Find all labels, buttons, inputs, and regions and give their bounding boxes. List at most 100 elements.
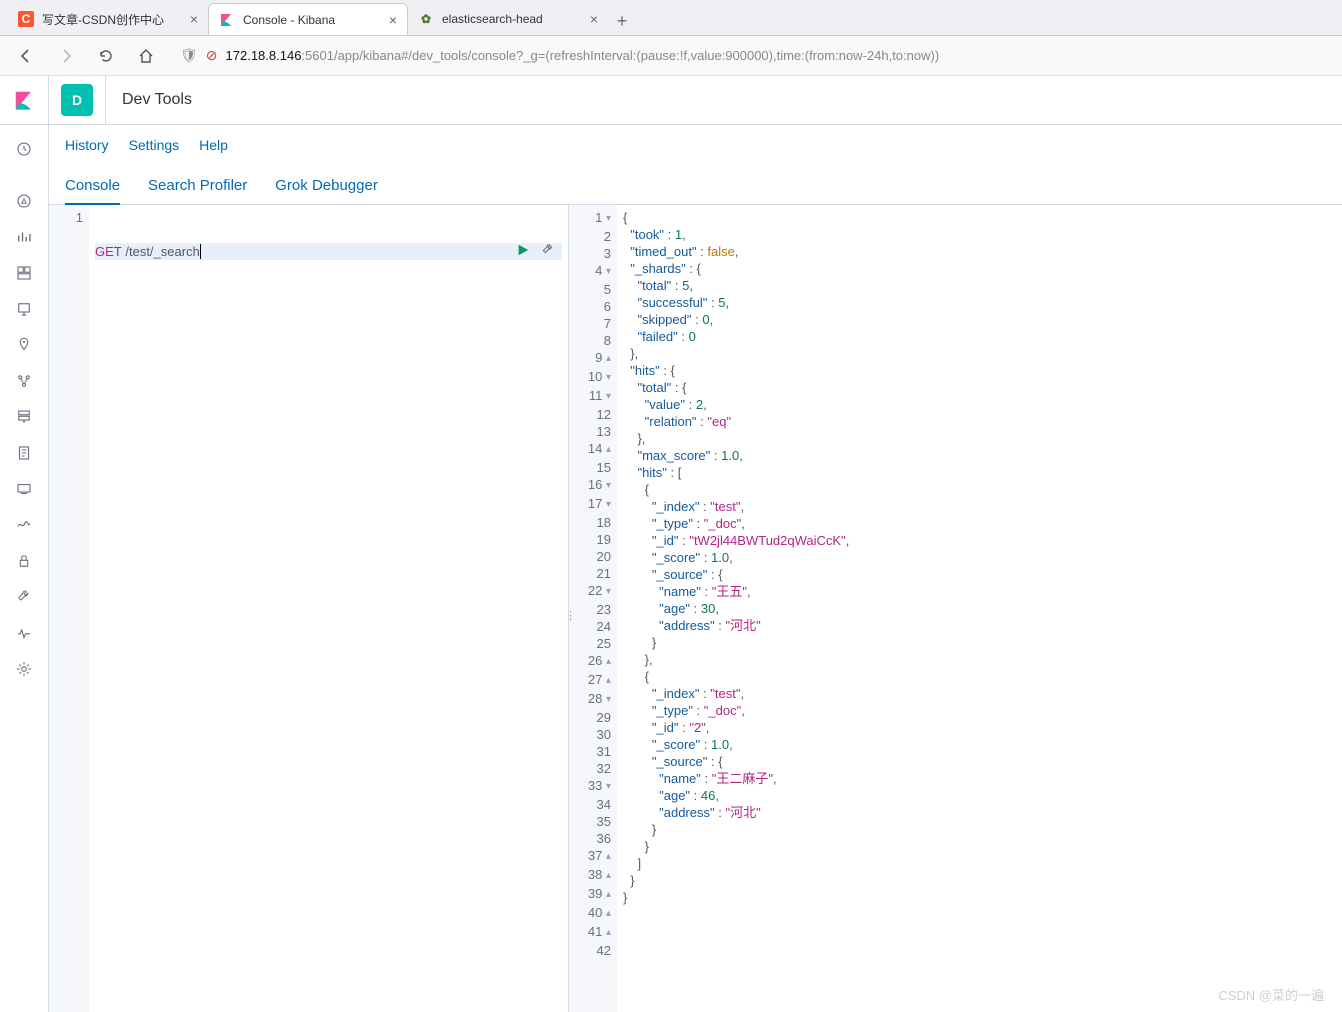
line-number: 35 (569, 813, 611, 830)
request-options-button[interactable] (540, 242, 556, 262)
response-line: } (623, 821, 1336, 838)
home-button[interactable] (132, 42, 160, 70)
response-line: "hits" : [ (623, 464, 1336, 481)
send-request-button[interactable] (516, 243, 530, 261)
response-line: } (623, 634, 1336, 651)
browser-tab-csdn[interactable]: C 写文章-CSDN创作中心 × (8, 3, 208, 35)
sidenav-monitoring-icon[interactable] (8, 617, 40, 649)
request-editor[interactable]: GET /test/_search (89, 205, 568, 1012)
help-link[interactable]: Help (199, 137, 228, 153)
line-number: 7 (569, 315, 611, 332)
response-line: }, (623, 430, 1336, 447)
line-number: 21 (569, 565, 611, 582)
sidenav-management-icon[interactable] (8, 653, 40, 685)
sidenav-visualize-icon[interactable] (8, 221, 40, 253)
sidenav-canvas-icon[interactable] (8, 293, 40, 325)
not-secure-icon[interactable]: ⊘ (206, 47, 218, 64)
response-line: } (623, 872, 1336, 889)
line-number: 30 (569, 726, 611, 743)
line-number: 20 (569, 548, 611, 565)
line-number: 6 (569, 298, 611, 315)
pane-resize-handle[interactable]: ⋮ (565, 609, 574, 622)
response-line: { (623, 668, 1336, 685)
sidenav-devtools-icon[interactable] (8, 581, 40, 613)
response-line: "_score" : 1.0, (623, 736, 1336, 753)
url-bar[interactable]: 🛡 ⊘ 172.18.8.146:5601/app/kibana#/dev_to… (172, 47, 1330, 64)
response-line: "age" : 46, (623, 787, 1336, 804)
line-number: 16 ▾ (569, 476, 611, 495)
back-button[interactable] (12, 42, 40, 70)
response-line: "_id" : "2", (623, 719, 1336, 736)
line-number: 5 (569, 281, 611, 298)
tab-title: Console - Kibana (243, 13, 335, 27)
space-selector[interactable]: D (61, 84, 93, 116)
line-number: 24 (569, 618, 611, 635)
eshead-favicon-icon: ✿ (418, 11, 434, 27)
app-title: Dev Tools (105, 76, 192, 124)
csdn-favicon-icon: C (18, 11, 34, 27)
sidenav-discover-icon[interactable] (8, 185, 40, 217)
sidenav-siem-icon[interactable] (8, 545, 40, 577)
new-tab-button[interactable]: + (608, 7, 636, 35)
url-path: :5601/app/kibana#/dev_tools/console?_g=(… (301, 48, 939, 63)
sidenav-dashboard-icon[interactable] (8, 257, 40, 289)
line-number: 26 ▴ (569, 652, 611, 671)
line-number: 11 ▾ (569, 387, 611, 406)
line-number: 13 (569, 423, 611, 440)
settings-link[interactable]: Settings (129, 137, 180, 153)
request-method: GET (95, 243, 122, 260)
response-line: "_shards" : { (623, 260, 1336, 277)
response-line: "_source" : { (623, 566, 1336, 583)
text-cursor (200, 244, 201, 259)
sidenav-ml-icon[interactable] (8, 365, 40, 397)
line-number: 32 (569, 760, 611, 777)
browser-tab-strip: C 写文章-CSDN创作中心 × Console - Kibana × ✿ el… (0, 0, 1342, 36)
response-line: "failed" : 0 (623, 328, 1336, 345)
response-line: "timed_out" : false, (623, 243, 1336, 260)
line-number: 9 ▴ (569, 349, 611, 368)
forward-button[interactable] (52, 42, 80, 70)
response-line: "total" : 5, (623, 277, 1336, 294)
line-number: 15 (569, 459, 611, 476)
request-path: /test/_search (125, 243, 199, 260)
sidenav-infra-icon[interactable] (8, 401, 40, 433)
sidenav-apm-icon[interactable] (8, 473, 40, 505)
browser-tab-eshead[interactable]: ✿ elasticsearch-head × (408, 3, 608, 35)
tab-grok-debugger[interactable]: Grok Debugger (275, 177, 378, 204)
line-number: 28 ▾ (569, 690, 611, 709)
close-tab-icon[interactable]: × (190, 11, 198, 27)
request-pane[interactable]: 1 GET /test/_search (49, 205, 569, 1012)
close-tab-icon[interactable]: × (590, 11, 598, 27)
history-link[interactable]: History (65, 137, 109, 153)
response-line: "took" : 1, (623, 226, 1336, 243)
tab-search-profiler[interactable]: Search Profiler (148, 177, 247, 204)
shield-icon[interactable]: 🛡 (180, 47, 198, 64)
line-number: 38 ▴ (569, 866, 611, 885)
kibana-header: D Dev Tools (0, 76, 1342, 125)
response-line: "_id" : "tW2jl44BWTud2qWaiCcK", (623, 532, 1336, 549)
sidenav-recent-icon[interactable] (8, 133, 40, 165)
sidenav-uptime-icon[interactable] (8, 509, 40, 541)
url-host: 172.18.8.146 (226, 48, 302, 63)
response-line: }, (623, 345, 1336, 362)
response-line: "successful" : 5, (623, 294, 1336, 311)
response-pane[interactable]: 1 ▾234 ▾56789 ▴10 ▾11 ▾121314 ▴1516 ▾17 … (569, 205, 1342, 1012)
line-number: 2 (569, 228, 611, 245)
line-number: 3 (569, 245, 611, 262)
response-gutter: 1 ▾234 ▾56789 ▴10 ▾11 ▾121314 ▴1516 ▾17 … (569, 205, 617, 1012)
space-letter: D (72, 92, 82, 108)
response-line: "name" : "王二麻子", (623, 770, 1336, 787)
response-viewer[interactable]: { "took" : 1, "timed_out" : false, "_sha… (617, 205, 1342, 1012)
line-number: 23 (569, 601, 611, 618)
line-number: 18 (569, 514, 611, 531)
close-tab-icon[interactable]: × (389, 12, 397, 28)
tab-title: elasticsearch-head (442, 12, 543, 26)
response-line: } (623, 838, 1336, 855)
kibana-logo-icon[interactable] (0, 76, 49, 125)
sidenav-logs-icon[interactable] (8, 437, 40, 469)
reload-button[interactable] (92, 42, 120, 70)
response-line: "age" : 30, (623, 600, 1336, 617)
browser-tab-kibana[interactable]: Console - Kibana × (208, 3, 408, 35)
tab-console[interactable]: Console (65, 177, 120, 205)
sidenav-maps-icon[interactable] (8, 329, 40, 361)
